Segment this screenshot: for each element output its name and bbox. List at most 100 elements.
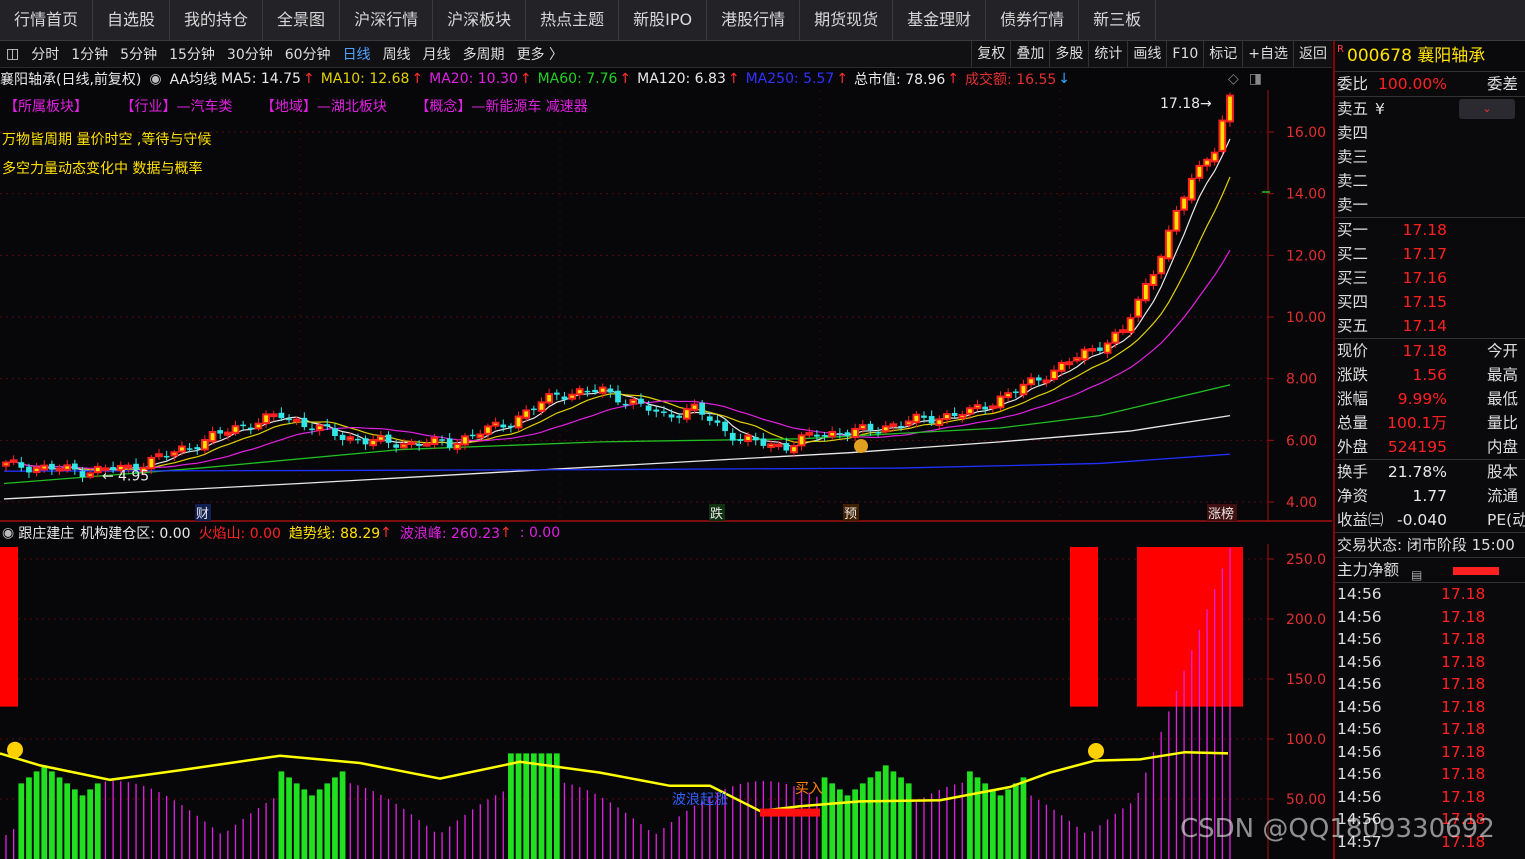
indicator-bar <box>1114 813 1116 859</box>
candle-body <box>453 443 462 450</box>
nav-item[interactable]: 行情首页 <box>0 0 94 40</box>
tool-button[interactable]: 多股 <box>1049 41 1088 67</box>
event-mark[interactable]: 跌 <box>710 506 723 522</box>
nav-item[interactable]: 新股IPO <box>619 0 708 40</box>
indicator-bar <box>441 832 443 859</box>
candle-body <box>537 401 546 412</box>
indicator-bar <box>339 771 346 859</box>
slogan-2: 多空力量动态变化中 数据与概率 <box>2 161 203 177</box>
tool-button[interactable]: 画线 <box>1127 41 1166 67</box>
indicator-bar <box>502 791 504 859</box>
dropdown-icon[interactable]: ◉ <box>149 71 161 87</box>
timeframe-tab[interactable]: 1分钟 <box>65 44 114 64</box>
event-mark[interactable]: 预 <box>844 507 857 522</box>
smiley-icon[interactable] <box>1088 743 1104 759</box>
tag-region[interactable]: 【地域】—湖北板块 <box>261 99 387 115</box>
indicator-bar <box>890 771 897 859</box>
tool-button[interactable]: 复权 <box>971 41 1010 67</box>
tick-price: 17.18 <box>1441 652 1486 671</box>
indicator-bar <box>836 789 843 859</box>
tick-list: 14:56 17.18 14:56 17.18 14:56 17.18 14:56 17.18… <box>1335 583 1525 853</box>
event-mark[interactable]: 涨榜 <box>1208 506 1234 522</box>
kline-chart[interactable]: 16.00 14.00 12.00 10.00 8.00 6.00 4.00 17.18 4.9… <box>0 90 1332 522</box>
indicator-axis-label: 150.0 <box>1286 672 1326 688</box>
tag-sector[interactable]: 【所属板块】 <box>4 99 88 115</box>
nav-item[interactable]: 基金理财 <box>893 0 987 40</box>
quote-label: 买一 <box>1337 221 1369 239</box>
tick-time: 14:56 <box>1337 765 1382 783</box>
tool-button[interactable]: 统计 <box>1088 41 1127 67</box>
sell-label: 卖五 <box>1337 100 1369 118</box>
candle-body <box>935 418 944 426</box>
candle-body <box>18 462 25 468</box>
indicator-bar <box>953 784 956 859</box>
tag-industry[interactable]: 【行业】—汽车类 <box>120 99 232 115</box>
timeframe-tab[interactable]: 15分钟 <box>163 44 221 64</box>
quote-label: 总量 <box>1337 414 1369 432</box>
weibi-extra: 委差 <box>1487 75 1519 93</box>
nav-item[interactable]: 全景图 <box>263 0 341 40</box>
candle-body <box>592 389 598 393</box>
indicator-bar <box>546 753 553 859</box>
indicator-bar <box>915 802 917 859</box>
timeframe-tab[interactable]: 更多 〉 <box>511 44 569 64</box>
nav-item[interactable]: 新三板 <box>1079 0 1157 40</box>
indicator-bar <box>143 785 145 859</box>
event-mark[interactable]: 财 <box>196 507 209 522</box>
timeframe-tab[interactable]: 周线 <box>377 44 417 64</box>
price-axis-label: 8.00 <box>1286 372 1317 388</box>
nav-item[interactable]: 期货现货 <box>800 0 894 40</box>
tool-button[interactable]: 叠加 <box>1010 41 1049 67</box>
sell-row: 卖三 <box>1335 145 1525 169</box>
candle-body <box>407 441 416 445</box>
candle-body <box>1073 357 1081 362</box>
quote-value: -0.040 <box>1397 511 1447 529</box>
diamond-icon[interactable]: ◇ <box>1228 71 1239 87</box>
tool-button[interactable]: +自选 <box>1242 41 1293 67</box>
sell-label: 卖三 <box>1337 148 1369 166</box>
left-arrow-icon: ← <box>102 469 114 485</box>
tick-price: 17.18 <box>1441 585 1486 603</box>
timeframe-tab[interactable]: 日线 <box>337 44 377 64</box>
nav-item[interactable]: 沪深板块 <box>433 0 527 40</box>
slogan-1: 万物皆周期 量价时空 ,等待与守候 <box>2 132 212 148</box>
timeframe-tab[interactable]: 60分钟 <box>279 44 337 64</box>
indicator-bar <box>1168 711 1170 859</box>
collapse-chevron-icon[interactable]: ⌄ <box>1459 99 1515 119</box>
tag-concept[interactable]: 【概念】—新能源车 减速器 <box>415 99 587 115</box>
indicator-bar <box>739 783 742 859</box>
tool-button[interactable]: 标记 <box>1203 41 1242 67</box>
panel-toggle-icon[interactable]: ◨ <box>1249 71 1262 87</box>
nav-item[interactable]: 热点主题 <box>526 0 620 40</box>
indicator-bar <box>931 793 933 859</box>
price-axis-label: 16.00 <box>1286 125 1326 141</box>
tool-button[interactable]: F10 <box>1166 41 1203 67</box>
timeframe-tab[interactable]: 多周期 <box>457 44 511 64</box>
candle-body <box>217 430 224 434</box>
timeframe-tab[interactable]: 分时 <box>25 44 65 64</box>
main-net-label: 主力净额 <box>1337 561 1400 579</box>
indicator-bar <box>395 803 397 859</box>
candle-body <box>805 431 814 436</box>
nav-item[interactable]: 沪深行情 <box>340 0 434 40</box>
indicator-chart[interactable]: 250.0 200.0 150.0 100.0 50.00 <box>0 544 1332 859</box>
indicator-bar <box>571 784 573 859</box>
nav-item[interactable]: 债券行情 <box>986 0 1080 40</box>
money-bag-icon[interactable] <box>854 439 868 453</box>
candle-body <box>943 413 951 421</box>
dropdown-icon[interactable]: ◉ <box>2 525 14 541</box>
timeframe-tab[interactable]: 30分钟 <box>221 44 279 64</box>
indicator-bar <box>372 791 374 859</box>
timeframe-tab[interactable]: 月线 <box>417 44 457 64</box>
candle-body <box>301 417 308 428</box>
tick-row: 14:56 17.18 <box>1335 628 1525 651</box>
tool-button[interactable]: 返回 <box>1293 41 1332 67</box>
nav-item[interactable]: 我的持仓 <box>170 0 264 40</box>
indicator-bar <box>316 789 323 859</box>
nav-item[interactable]: 港股行情 <box>707 0 801 40</box>
sidebar-toggle-icon[interactable]: ◫ <box>0 46 25 62</box>
indicator-bar <box>701 800 703 859</box>
smiley-icon[interactable] <box>7 741 23 758</box>
timeframe-tab[interactable]: 5分钟 <box>114 44 163 64</box>
nav-item[interactable]: 自选股 <box>93 0 171 40</box>
